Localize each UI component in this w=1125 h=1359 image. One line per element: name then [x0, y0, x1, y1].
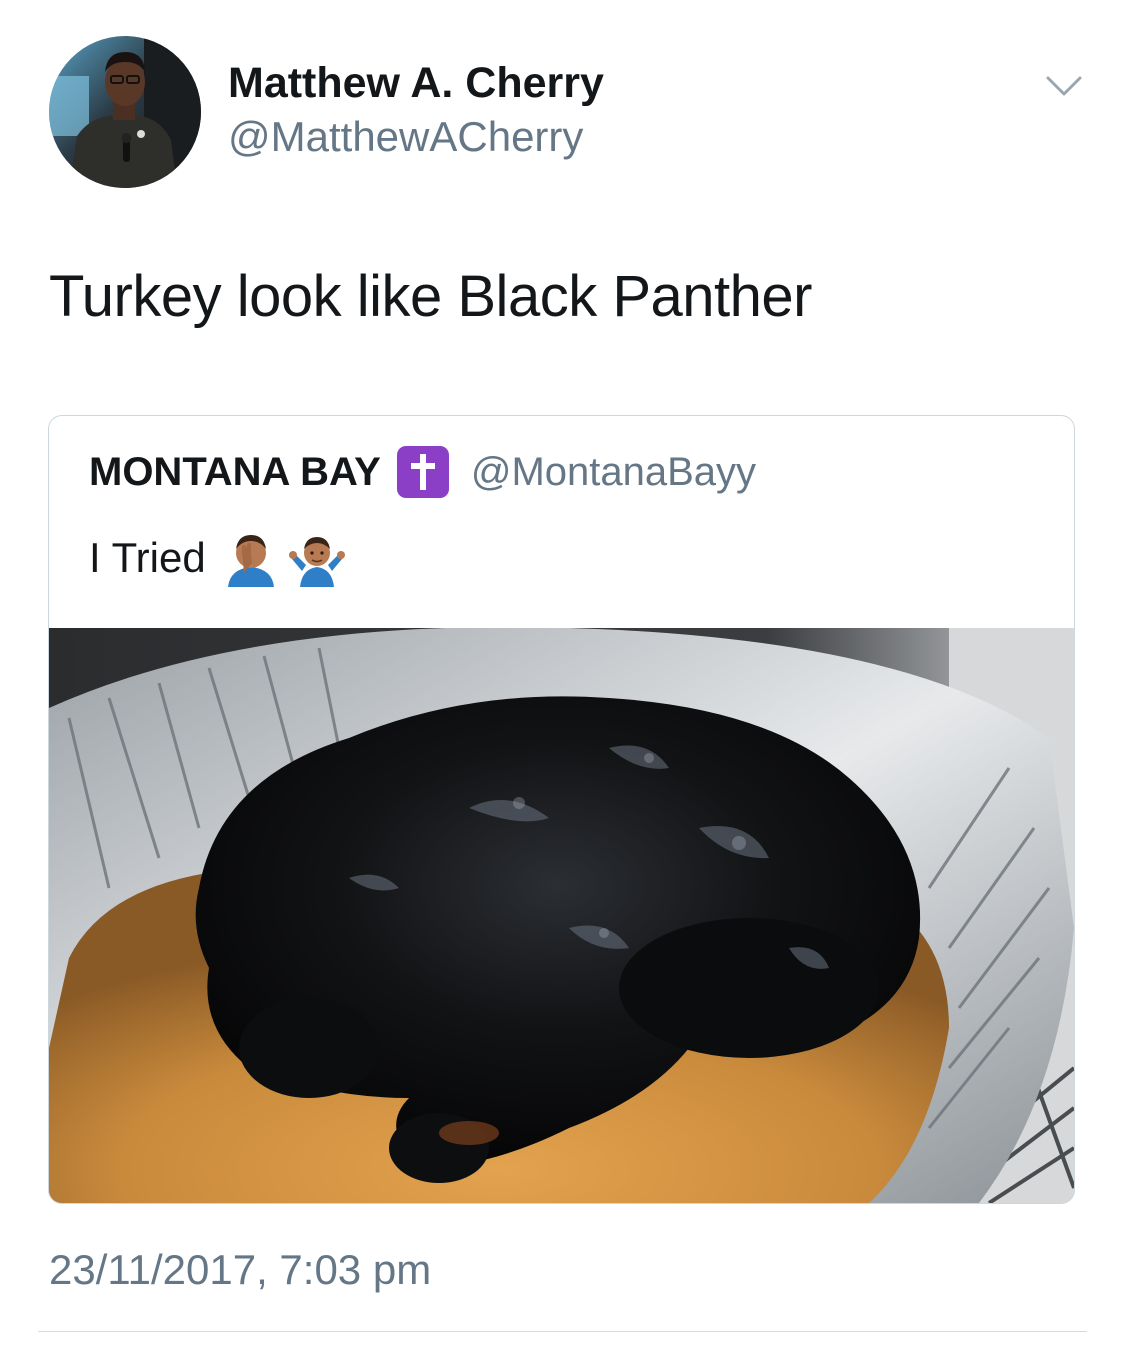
author-name[interactable]: Matthew A. Cherry: [228, 58, 604, 108]
tweet-timestamp[interactable]: 23/11/2017, 7:03 pm: [49, 1243, 431, 1297]
quoted-tweet-header: MONTANA BAY @MontanaBayy: [89, 446, 756, 498]
author-handle[interactable]: @MatthewACherry: [228, 112, 583, 162]
author-avatar[interactable]: [49, 36, 201, 188]
tweet-menu-button[interactable]: [1044, 70, 1084, 100]
shrug-emoji-icon: [288, 529, 346, 587]
quoted-tweet-card[interactable]: MONTANA BAY @MontanaBayy I Tried: [48, 415, 1075, 1204]
quoted-tweet-text: I Tried: [89, 534, 206, 581]
quoted-tweet-body: I Tried: [89, 528, 346, 588]
tweet-text: Turkey look like Black Panther: [49, 264, 812, 329]
chevron-down-icon: [1046, 76, 1082, 96]
burnt-turkey-photo[interactable]: [49, 628, 1074, 1203]
face-palm-emoji-icon: [222, 529, 280, 587]
avatar-photo: [49, 36, 201, 188]
latin-cross-emoji-icon: [396, 446, 449, 498]
quoted-author-name: MONTANA BAY: [89, 450, 381, 494]
turkey-image: [49, 628, 1074, 1203]
bottom-divider: [38, 1331, 1087, 1332]
quoted-author-handle: @MontanaBayy: [470, 450, 757, 494]
